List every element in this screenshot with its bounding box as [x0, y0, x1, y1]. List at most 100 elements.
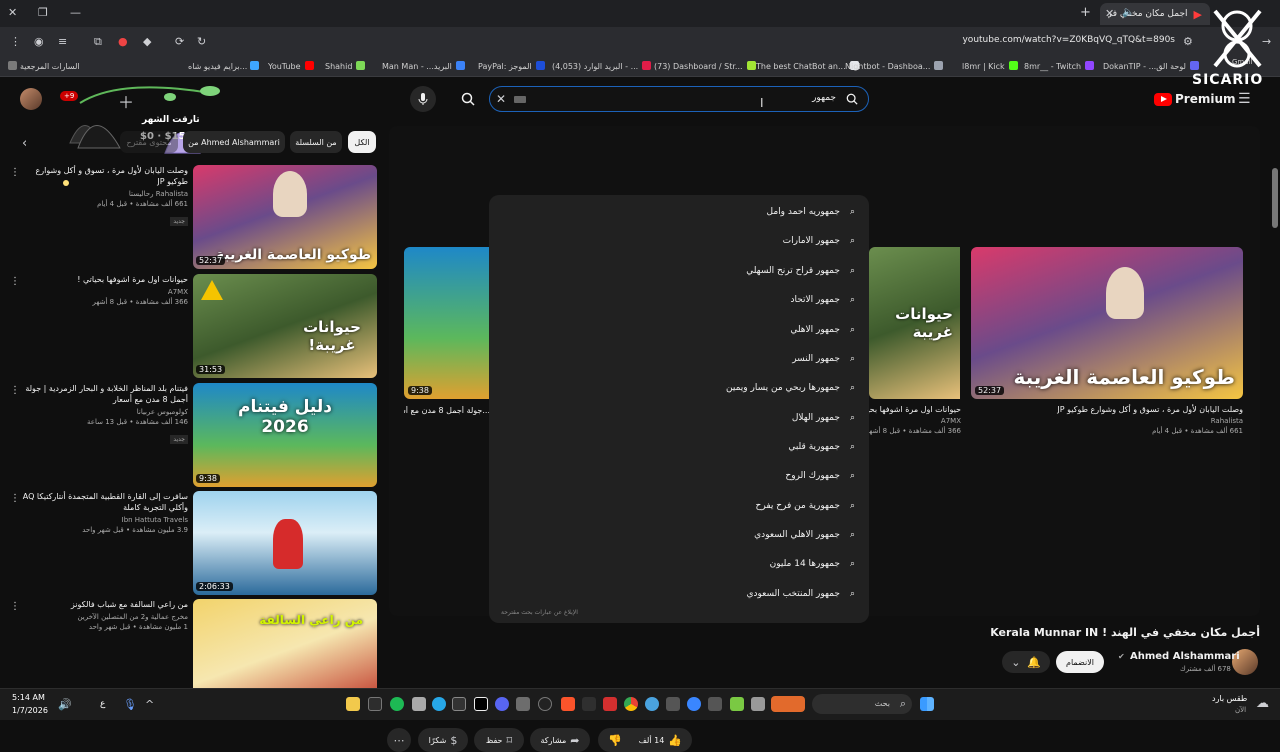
report-suggestions-link[interactable]: الإبلاغ عن عبارات بحث مقترحة — [501, 609, 578, 616]
app-icon[interactable] — [730, 697, 744, 711]
share-button[interactable]: مشاركة ➦ — [530, 728, 590, 752]
app-icon[interactable] — [582, 697, 596, 711]
channel-name[interactable]: Ahmed Alshammari — [1130, 651, 1240, 662]
avatar[interactable] — [20, 88, 42, 110]
chip-all[interactable]: الكل — [348, 131, 376, 153]
more-options-icon[interactable]: ⋮ — [10, 493, 20, 504]
video-title[interactable]: حيوانات اول مرة اشوفها بحياتي — [859, 405, 961, 414]
save-button[interactable]: حفظ ⌑ — [474, 728, 524, 752]
video-thumbnail[interactable] — [193, 491, 377, 595]
suggestion-item[interactable]: ⌕ جمهورها 14 مليون — [770, 553, 855, 575]
list-item[interactable]: ⋮ وصلت اليابان لأول مرة ، تسوق و أكل وشو… — [0, 165, 390, 269]
speaker-icon[interactable]: 🔊 — [58, 698, 72, 711]
file-explorer-icon[interactable] — [346, 697, 360, 711]
video-title[interactable]: فيتنام بلد المناظر الخلابة و البحار الزم… — [20, 383, 188, 405]
thanks-button[interactable]: شكرًا $ — [418, 728, 468, 752]
join-button[interactable]: الانضمام — [1056, 651, 1104, 673]
input-language[interactable]: ع — [100, 699, 105, 709]
more-options-icon[interactable]: ⋮ — [10, 385, 20, 396]
bookmark-item[interactable]: DokanTIP - ...لوحة الق — [1103, 61, 1202, 71]
suggestion-item[interactable]: ⌕ جمهوريه احمد وامل — [767, 201, 855, 223]
minimize-window-icon[interactable]: — — [70, 6, 81, 19]
more-options-icon[interactable]: ⋮ — [10, 167, 20, 178]
bookmark-item[interactable]: 8mr__ - Twitch — [1024, 61, 1097, 71]
search-button[interactable] — [455, 86, 481, 112]
channel-name[interactable]: Rahalista — [971, 417, 1243, 425]
video-title[interactable]: من راعي السالفة مع شباب فالكونز — [20, 599, 188, 610]
microphone-icon[interactable]: 🎙 — [123, 698, 137, 711]
browser-menu-icon[interactable]: ⋮ — [10, 35, 21, 48]
bookmark-item[interactable]: برايم فيديو شاه... — [188, 61, 262, 71]
site-settings-icon[interactable]: ⚙ — [1183, 35, 1193, 48]
windows-start-icon[interactable] — [920, 697, 934, 711]
youtube-premium-logo[interactable]: Premium — [1154, 92, 1236, 106]
tab-close-icon[interactable]: ✕ — [1105, 7, 1114, 20]
clock-date[interactable]: 1/7/2026 — [12, 706, 48, 715]
new-tab-icon[interactable]: + — [1080, 5, 1091, 20]
close-window-icon[interactable]: ✕ — [8, 6, 17, 19]
clear-search-icon[interactable]: ✕ — [496, 92, 506, 106]
channel-name[interactable]: كولومبوس عربيانا — [20, 408, 188, 416]
obs-icon[interactable] — [538, 697, 552, 711]
back-icon[interactable]: ↻ — [197, 35, 206, 48]
channel-name[interactable]: مخرج عمالية و2 من المتصلين الآخرين — [20, 613, 188, 621]
suggestion-item[interactable]: ⌕ جمهور الاهلي السعودي — [754, 524, 855, 546]
bookmark-item[interactable]: (4,053) البريد الوارد - ... — [552, 61, 654, 71]
channel-name[interactable]: A7MX — [859, 417, 961, 425]
like-button[interactable]: 14 ألف 👍 — [639, 734, 682, 747]
reload-icon[interactable]: ⟳ — [175, 35, 184, 48]
suggestion-item[interactable]: ⌕ جمهور النسر — [792, 348, 855, 370]
voice-search-button[interactable] — [410, 86, 436, 112]
diamond-icon[interactable]: ◆ — [143, 35, 151, 48]
widget-thumbnail[interactable] — [771, 696, 805, 712]
video-thumbnail[interactable]: دليل فيتنام 2026 — [193, 383, 377, 487]
chip-series[interactable]: من السلسلة — [290, 131, 342, 153]
endscreen-thumbnail[interactable]: طوكيو العاصمة الغريبة 52:37 — [971, 247, 1243, 399]
app-icon[interactable] — [412, 697, 426, 711]
tab-speaker-icon[interactable]: 🔈 — [1122, 7, 1134, 18]
suggestion-item[interactable]: ⌕ جمهور قراح ترنح السهلي — [746, 260, 855, 282]
extension-red-icon[interactable]: ● — [118, 35, 128, 48]
suggestion-item[interactable]: ⌕ جمهور الاهلي — [790, 319, 855, 341]
video-title[interactable]: وصلت اليابان لأول مرة ، تسوق و أكل وشوار… — [20, 165, 188, 187]
list-item[interactable]: ⋮ سافرت إلى القارة القطبية المتجمدة أنتا… — [0, 491, 390, 595]
weather-cloud-icon[interactable]: ☁ — [1256, 696, 1269, 711]
channel-name[interactable]: Rahalista رحاليستا — [20, 190, 188, 198]
chip-suggested[interactable]: محتوى مقترح — [120, 131, 178, 153]
bookmark-item[interactable]: Shahid — [325, 61, 368, 71]
spotify-icon[interactable] — [390, 697, 404, 711]
profile-icon[interactable]: ◉ — [34, 35, 44, 48]
edge-icon[interactable] — [687, 697, 701, 711]
bookmark-item[interactable]: (73) Dashboard / Str... — [654, 61, 759, 71]
bookmark-item[interactable]: السارات المرجعية — [8, 61, 80, 71]
video-title[interactable]: سافرت إلى القارة القطبية المتجمدة أنتارك… — [20, 491, 188, 513]
app-icon[interactable] — [751, 697, 765, 711]
channel-name[interactable]: A7MX — [20, 288, 188, 296]
list-item[interactable]: ⋮ فيتنام بلد المناظر الخلابة و البحار ال… — [0, 383, 390, 487]
chip-from-channel[interactable]: من Ahmed Alshammari — [183, 131, 285, 153]
restore-window-icon[interactable]: ❐ — [38, 6, 48, 19]
app-icon[interactable] — [603, 697, 617, 711]
more-options-icon[interactable]: ⋮ — [10, 276, 20, 287]
suggestion-item[interactable]: ⌕ جمهور الاتحاد — [790, 289, 855, 311]
more-actions-button[interactable]: ⋯ — [387, 728, 411, 752]
more-options-icon[interactable]: ⋮ — [10, 601, 20, 612]
app-icon[interactable] — [708, 697, 722, 711]
bookmark-item[interactable]: Nightbot - Dashboa... — [845, 61, 946, 71]
scrollbar-thumb[interactable] — [1272, 168, 1278, 228]
telegram-icon[interactable] — [432, 697, 446, 711]
bookmark-item[interactable]: PayPal: الموجز — [478, 61, 548, 71]
extension-icon[interactable]: ≡ — [58, 35, 67, 48]
keyboard-icon[interactable] — [514, 96, 526, 103]
brave-icon[interactable] — [561, 697, 575, 711]
url-text[interactable]: youtube.com/watch?v=Z0KBqVQ_qTQ&t=890s — [960, 35, 1175, 45]
app-icon[interactable] — [666, 697, 680, 711]
app-icon[interactable] — [516, 697, 530, 711]
suggestion-item[interactable]: ⌕ جمهورية من فرح يفرح — [756, 495, 855, 517]
channel-name[interactable]: Ibn Hattuta Travels — [20, 516, 188, 524]
subscription-button[interactable]: ⌄ 🔔 — [1002, 651, 1050, 673]
suggestion-item[interactable]: ⌕ جمهورها ربحي من يسار ويمين — [726, 377, 855, 399]
video-thumbnail[interactable]: طوكيو العاصمة الغريبة — [193, 165, 377, 269]
hamburger-menu-icon[interactable]: ☰ — [1238, 91, 1251, 107]
tray-chevron-icon[interactable]: ^ — [145, 698, 154, 711]
